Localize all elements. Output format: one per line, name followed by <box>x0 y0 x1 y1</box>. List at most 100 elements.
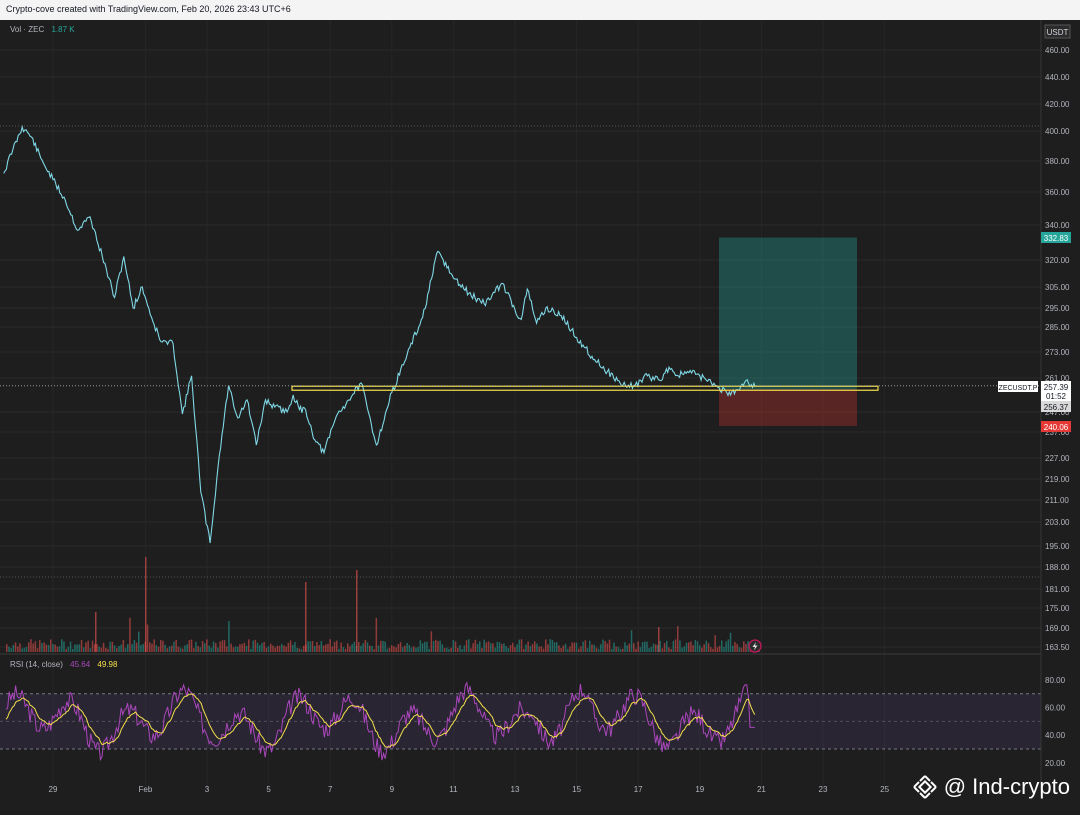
volume-bar <box>630 630 633 652</box>
volume-bar <box>685 642 688 652</box>
volume-bar <box>487 641 490 652</box>
volume-bar <box>204 643 206 652</box>
volume-bar <box>745 643 747 652</box>
volume-bar <box>133 639 136 652</box>
volume-bar <box>562 645 565 652</box>
volume-bar <box>525 644 527 652</box>
volume-bar <box>567 648 569 652</box>
volume-bar <box>369 645 371 652</box>
chart-area[interactable]: 460.00 440.00 420.00 400.00 380.00 360.00 340.… <box>0 20 1080 810</box>
volume-bar <box>659 640 661 652</box>
volume-bar <box>589 640 591 652</box>
volume-bar <box>289 640 292 652</box>
volume-bar <box>199 647 202 652</box>
volume-bar <box>723 646 725 652</box>
volume-bar <box>19 643 21 652</box>
volume-bar <box>36 648 39 652</box>
rsi-legend-name: RSI (14, close) <box>10 660 63 669</box>
volume-bar <box>237 646 239 652</box>
volume-bar <box>296 647 298 652</box>
volume-bar <box>107 648 109 652</box>
volume-bar <box>518 639 521 652</box>
volume-bar <box>446 647 448 652</box>
volume-bar <box>536 643 538 652</box>
volume-bar <box>28 642 30 652</box>
volume-bar <box>571 642 573 652</box>
time-tick-label: 21 <box>757 785 766 794</box>
rsi-tick-label: 40.00 <box>1045 731 1066 740</box>
time-tick-label: 19 <box>695 785 704 794</box>
volume-bar <box>276 645 279 652</box>
position-tool[interactable] <box>719 237 857 426</box>
volume-bar <box>699 645 701 652</box>
stop-loss-label: 240.06 <box>1044 423 1069 432</box>
chart-header: Crypto-cove created with TradingView.com… <box>0 0 1080 20</box>
volume-bar <box>10 648 12 652</box>
volume-bar <box>413 646 415 652</box>
volume-bar <box>239 644 241 652</box>
volume-bar <box>569 646 571 652</box>
volume-bar <box>677 626 679 652</box>
volume-bar <box>397 644 400 652</box>
volume-bar <box>212 641 215 652</box>
volume-bar <box>668 647 670 652</box>
volume-bar <box>219 641 221 652</box>
volume-bar <box>426 641 428 652</box>
volume-bar <box>333 641 336 652</box>
volume-bar <box>470 648 472 652</box>
time-tick-label: 15 <box>572 785 581 794</box>
volume-bar <box>168 646 171 652</box>
volume-bar <box>30 639 32 652</box>
volume-bar <box>483 639 485 652</box>
volume-bar <box>424 641 426 652</box>
volume-bar <box>270 643 272 652</box>
volume-bar <box>303 645 305 652</box>
volume-bar <box>179 647 182 652</box>
volume-bar <box>285 646 287 652</box>
volume-bar <box>703 644 705 652</box>
volume-bar <box>448 648 450 652</box>
price-chart[interactable]: 460.00440.00420.00400.00380.00360.00340.… <box>0 20 1080 810</box>
volume-bar <box>701 647 703 652</box>
volume-bar <box>602 639 604 652</box>
volume-bar <box>338 648 340 652</box>
volume-bar <box>450 647 452 652</box>
volume-bar <box>527 641 529 652</box>
volume-bar <box>644 641 646 652</box>
volume-bar <box>177 646 180 652</box>
volume-bar <box>54 644 56 652</box>
volume-bar <box>538 646 540 652</box>
exchange-logo-icon <box>913 775 937 799</box>
volume-bar <box>459 645 461 652</box>
time-tick-label: 13 <box>511 785 520 794</box>
volume-bar <box>542 648 545 652</box>
volume-bar <box>21 648 23 652</box>
volume-bar <box>263 641 265 652</box>
volume-bar <box>505 646 507 652</box>
volume-bar <box>388 647 391 652</box>
price-tick-label: 273.00 <box>1045 348 1070 357</box>
volume-bar <box>274 647 276 652</box>
volume-bar <box>672 640 675 652</box>
watermark-text: @ Ind-crypto <box>943 774 1070 799</box>
volume-bar <box>529 646 532 652</box>
volume-bar <box>105 647 107 652</box>
volume-spike <box>658 627 660 652</box>
volume-bar <box>725 641 727 652</box>
volume-bar <box>160 639 162 652</box>
volume-bar <box>129 617 131 652</box>
position-profit-zone <box>719 237 857 390</box>
volume-bar <box>650 646 653 652</box>
price-tick-label: 360.00 <box>1045 188 1070 197</box>
volume-bar <box>410 647 413 652</box>
volume-bar <box>347 643 349 652</box>
volume-bar <box>597 648 600 652</box>
volume-bar <box>718 645 721 652</box>
volume-bar <box>498 642 501 652</box>
price-tick-label: 400.00 <box>1045 127 1070 136</box>
volume-bar <box>743 641 745 652</box>
volume-bar <box>111 641 114 652</box>
volume-bar <box>314 645 316 652</box>
volume-bar <box>611 648 613 652</box>
volume-bar <box>157 646 160 652</box>
